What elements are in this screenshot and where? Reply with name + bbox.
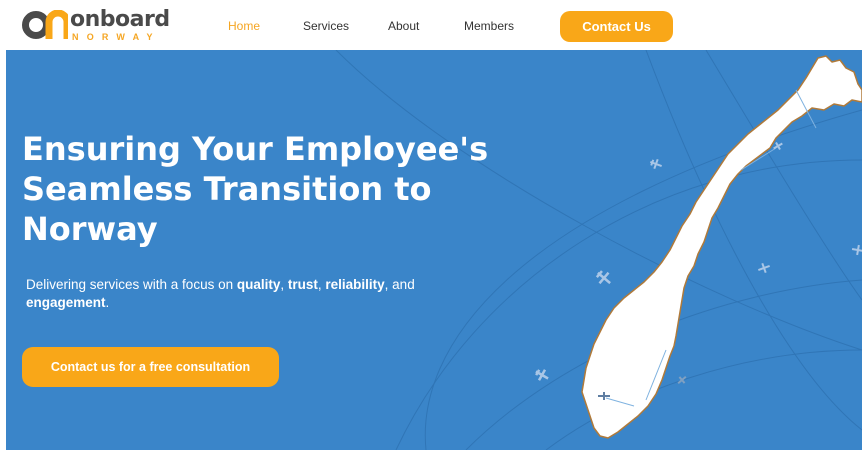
subtitle-sep-1: ,	[280, 277, 288, 292]
subtitle-sep-3: , and	[384, 277, 415, 292]
norway-map-illustration	[335, 50, 862, 450]
subtitle-lead: Delivering services with a focus on	[26, 277, 237, 292]
nav-home[interactable]: Home	[228, 18, 260, 34]
contact-us-button[interactable]: Contact Us	[560, 11, 673, 42]
nav-about[interactable]: About	[388, 18, 419, 34]
hero-section: Ensuring Your Employee's Seamless Transi…	[6, 50, 862, 450]
hero-subtitle: Delivering services with a focus on qual…	[26, 276, 466, 312]
subtitle-end: .	[105, 295, 110, 310]
logo-tagline: NORWAY	[72, 32, 161, 42]
nav-services[interactable]: Services	[303, 18, 349, 34]
subtitle-quality: quality	[236, 277, 281, 292]
subtitle-trust: trust	[287, 277, 318, 292]
free-consultation-button[interactable]: Contact us for a free consultation	[22, 347, 279, 387]
site-header: onboard NORWAY Home Services About Membe…	[0, 0, 862, 50]
nav-members[interactable]: Members	[464, 18, 514, 34]
subtitle-reliability: reliability	[325, 277, 385, 292]
page: onboard NORWAY Home Services About Membe…	[0, 0, 862, 450]
brand-logo[interactable]: onboard NORWAY	[22, 8, 172, 42]
subtitle-engagement: engagement	[26, 295, 106, 310]
logo-wordmark: onboard	[70, 7, 170, 32]
hero-title: Ensuring Your Employee's Seamless Transi…	[22, 130, 489, 248]
logo-mark-icon	[22, 10, 68, 39]
